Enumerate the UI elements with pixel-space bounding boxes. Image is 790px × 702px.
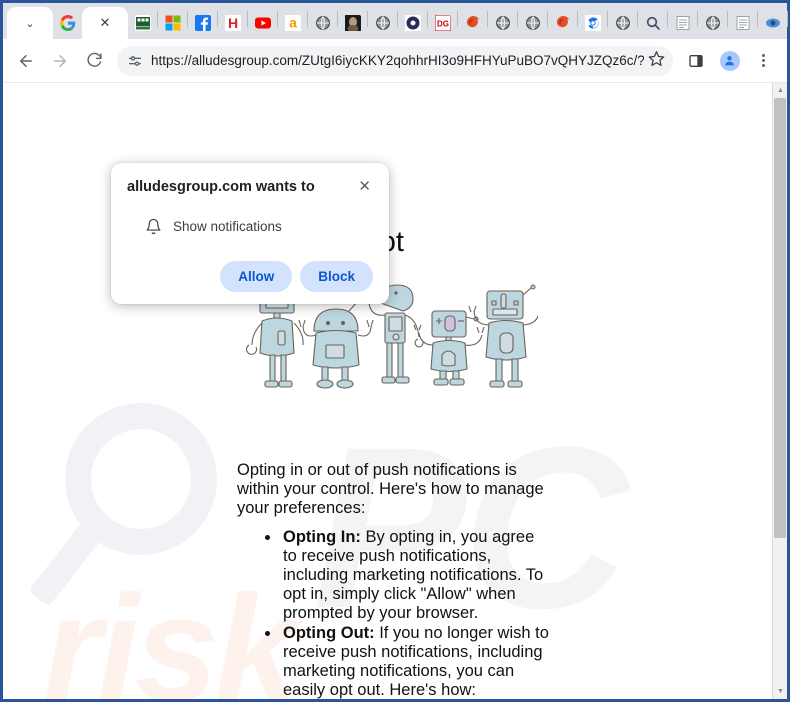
dialog-header: alludesgroup.com wants to ✕ [127, 177, 373, 196]
tab-active-close[interactable]: ✕ [82, 7, 128, 39]
globe-icon [314, 15, 331, 32]
close-icon[interactable]: ✕ [348, 177, 373, 196]
scroll-up-arrow[interactable]: ▲ [773, 83, 787, 98]
bullet-term: Opting In: [283, 528, 361, 546]
side-panel-icon[interactable] [683, 46, 709, 76]
amazon-icon: a [284, 15, 301, 32]
scroll-down-arrow[interactable]: ▼ [773, 684, 787, 699]
tab-photo[interactable] [338, 7, 367, 39]
bullet-term: Opting Out: [283, 624, 375, 642]
tab-strip: ⌄✕HaDG + — □ ✕ [3, 3, 788, 39]
tab-chevron[interactable]: ⌄ [7, 7, 53, 39]
profile-avatar-icon[interactable] [717, 46, 743, 76]
three-dots-menu-icon[interactable] [751, 46, 777, 76]
address-bar-url: https://alludesgroup.com/ZUtgI6iycKKY2qo… [151, 53, 644, 68]
tab-h-site[interactable]: H [218, 7, 247, 39]
list-item: Opting In: By opting in, you agree to re… [281, 528, 549, 623]
page-viewport: PC risk ou are not a robot [3, 83, 787, 699]
scrollbar-thumb[interactable] [774, 98, 786, 538]
search-icon [644, 15, 661, 32]
tab-globe-1[interactable] [308, 7, 337, 39]
dg-icon: DG [434, 15, 451, 32]
tab-doc-2[interactable] [728, 7, 757, 39]
document-icon [674, 15, 691, 32]
tab-blue-eye[interactable] [758, 7, 787, 39]
dialog-actions: Allow Block [127, 261, 373, 292]
chevron-down-icon[interactable]: ⌄ [25, 17, 34, 30]
chrome-icon [584, 15, 601, 32]
notification-permission-dialog: alludesgroup.com wants to ✕ Show notific… [111, 163, 389, 304]
tab-firefox-1[interactable] [458, 7, 487, 39]
dialog-title: alludesgroup.com wants to [127, 179, 315, 195]
opting-bullet-list: Opting In: By opting in, you agree to re… [281, 528, 549, 699]
google-icon [59, 15, 76, 32]
tab-google[interactable] [53, 7, 82, 39]
list-item: Opting Out: If you no longer wish to rec… [281, 624, 549, 699]
bus-icon [134, 15, 151, 32]
svg-text:H: H [227, 15, 237, 31]
permission-row: Show notifications [127, 218, 373, 235]
page-body-text: Opting in or out of push notifications i… [237, 461, 549, 699]
star-icon[interactable] [648, 50, 665, 72]
svg-text:a: a [289, 15, 297, 31]
site-settings-icon[interactable] [127, 53, 143, 69]
globe-icon [494, 15, 511, 32]
photo-icon [344, 15, 361, 32]
permission-label: Show notifications [173, 219, 282, 234]
tab-search[interactable] [638, 7, 667, 39]
tab-globe-3[interactable] [488, 7, 517, 39]
letter-h-icon: H [224, 15, 241, 32]
block-button[interactable]: Block [300, 261, 373, 292]
page-scrollbar[interactable]: ▲ ▼ [772, 83, 787, 699]
forward-arrow-icon[interactable] [47, 46, 73, 76]
dark-circle-icon [404, 15, 421, 32]
tab-globe-2[interactable] [368, 7, 397, 39]
tab-firefox-2[interactable] [548, 7, 577, 39]
back-arrow-icon[interactable] [13, 46, 39, 76]
globe-icon [704, 15, 721, 32]
firefox-icon [464, 15, 481, 32]
tab-dark-circle[interactable] [398, 7, 427, 39]
reload-icon[interactable] [81, 46, 107, 76]
address-bar[interactable]: https://alludesgroup.com/ZUtgI6iycKKY2qo… [117, 45, 673, 76]
allow-button[interactable]: Allow [220, 261, 293, 292]
tab-doc-1[interactable] [668, 7, 697, 39]
close-icon[interactable]: ✕ [100, 15, 111, 31]
tab-amazon[interactable]: a [278, 7, 307, 39]
microsoft-icon [164, 15, 181, 32]
tab-facebook[interactable] [188, 7, 217, 39]
facebook-icon [194, 15, 211, 32]
tab-dg[interactable]: DG [428, 7, 457, 39]
tab-globe-6[interactable] [698, 7, 727, 39]
browser-window: ⌄✕HaDG + — □ ✕ https://alludesgroup. [0, 0, 790, 702]
avatar [719, 50, 740, 71]
document-icon [734, 15, 751, 32]
svg-text:DG: DG [437, 20, 449, 29]
globe-icon [614, 15, 631, 32]
tab-bus[interactable] [128, 7, 157, 39]
tab-chrome[interactable] [578, 7, 607, 39]
tab-globe-5[interactable] [608, 7, 637, 39]
youtube-icon [254, 15, 271, 32]
browser-toolbar: https://alludesgroup.com/ZUtgI6iycKKY2qo… [3, 39, 787, 83]
tab-youtube[interactable] [248, 7, 277, 39]
globe-icon [524, 15, 541, 32]
bell-icon [145, 218, 162, 235]
intro-paragraph: Opting in or out of push notifications i… [237, 461, 544, 517]
eye-icon [764, 15, 781, 32]
tab-globe-4[interactable] [518, 7, 547, 39]
firefox-icon [554, 15, 571, 32]
tab-microsoft[interactable] [158, 7, 187, 39]
globe-icon [374, 15, 391, 32]
